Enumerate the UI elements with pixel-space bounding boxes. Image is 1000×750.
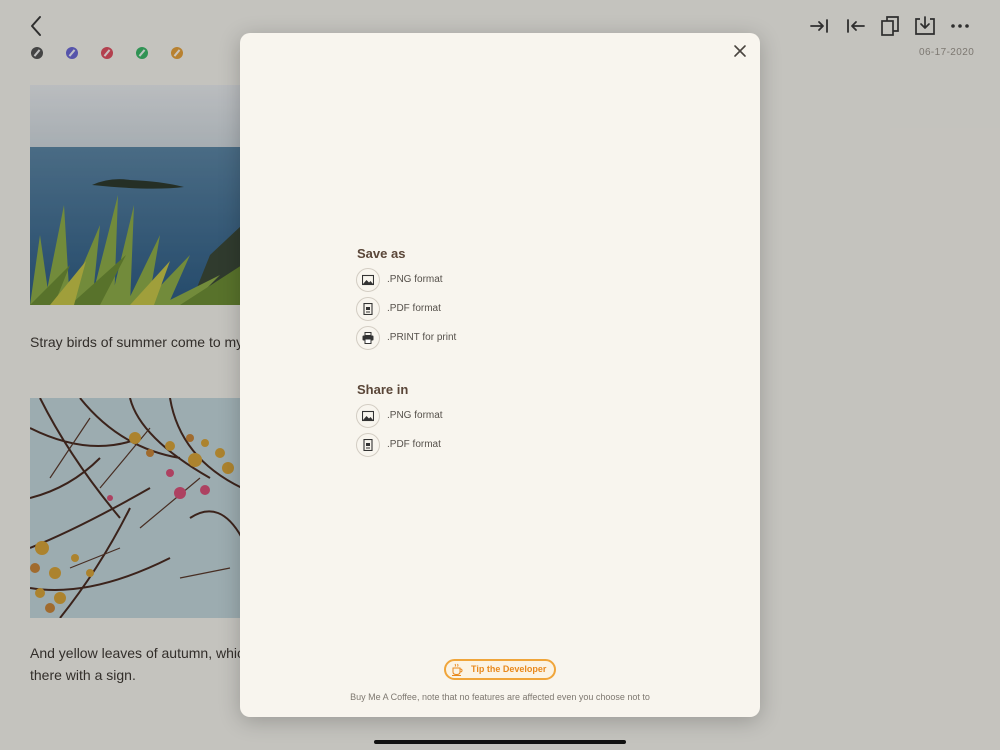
export-sheet: Save as .PNG format .PDF format .PRINT f… xyxy=(240,33,760,717)
option-label: .PNG format xyxy=(387,274,443,285)
image-icon xyxy=(356,268,380,292)
share-in-heading: Share in xyxy=(357,382,409,397)
coffee-cup-icon xyxy=(452,663,463,676)
document-icon xyxy=(356,297,380,321)
option-label: .PNG format xyxy=(387,410,443,421)
option-label: .PDF format xyxy=(387,303,441,314)
image-icon xyxy=(356,404,380,428)
document-icon xyxy=(356,433,380,457)
option-label: .PDF format xyxy=(387,439,441,450)
tip-developer-button[interactable]: Tip the Developer xyxy=(444,659,556,680)
close-icon[interactable] xyxy=(732,43,748,59)
tip-developer-label: Tip the Developer xyxy=(471,664,547,674)
share-pdf-option[interactable]: .PDF format xyxy=(356,433,556,457)
share-png-option[interactable]: .PNG format xyxy=(356,404,556,428)
save-as-heading: Save as xyxy=(357,246,406,261)
home-indicator[interactable] xyxy=(374,740,626,744)
save-print-option[interactable]: .PRINT for print xyxy=(356,326,556,350)
option-label: .PRINT for print xyxy=(387,332,457,343)
save-pdf-option[interactable]: .PDF format xyxy=(356,297,556,321)
save-png-option[interactable]: .PNG format xyxy=(356,268,556,292)
tip-note-text: Buy Me A Coffee, note that no features a… xyxy=(350,692,650,702)
printer-icon xyxy=(356,326,380,350)
